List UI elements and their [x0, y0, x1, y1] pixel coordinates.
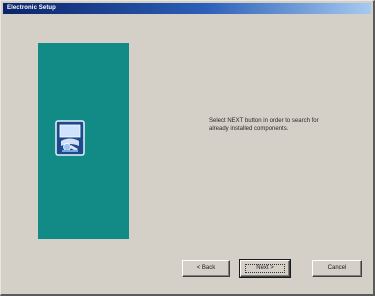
cancel-button[interactable]: Cancel — [312, 260, 362, 277]
window-title: Electronic Setup — [7, 5, 56, 11]
title-bar[interactable]: Electronic Setup — [3, 3, 371, 14]
setup-wizard-window: Electronic Setup Select NEXT button in o… — [0, 0, 375, 296]
next-button[interactable]: Next > — [239, 259, 291, 278]
setup-computer-icon — [54, 120, 86, 156]
back-button[interactable]: < Back — [182, 260, 230, 277]
wizard-message: Select NEXT button in order to search fo… — [209, 118, 319, 132]
focus-rectangle — [245, 264, 285, 273]
